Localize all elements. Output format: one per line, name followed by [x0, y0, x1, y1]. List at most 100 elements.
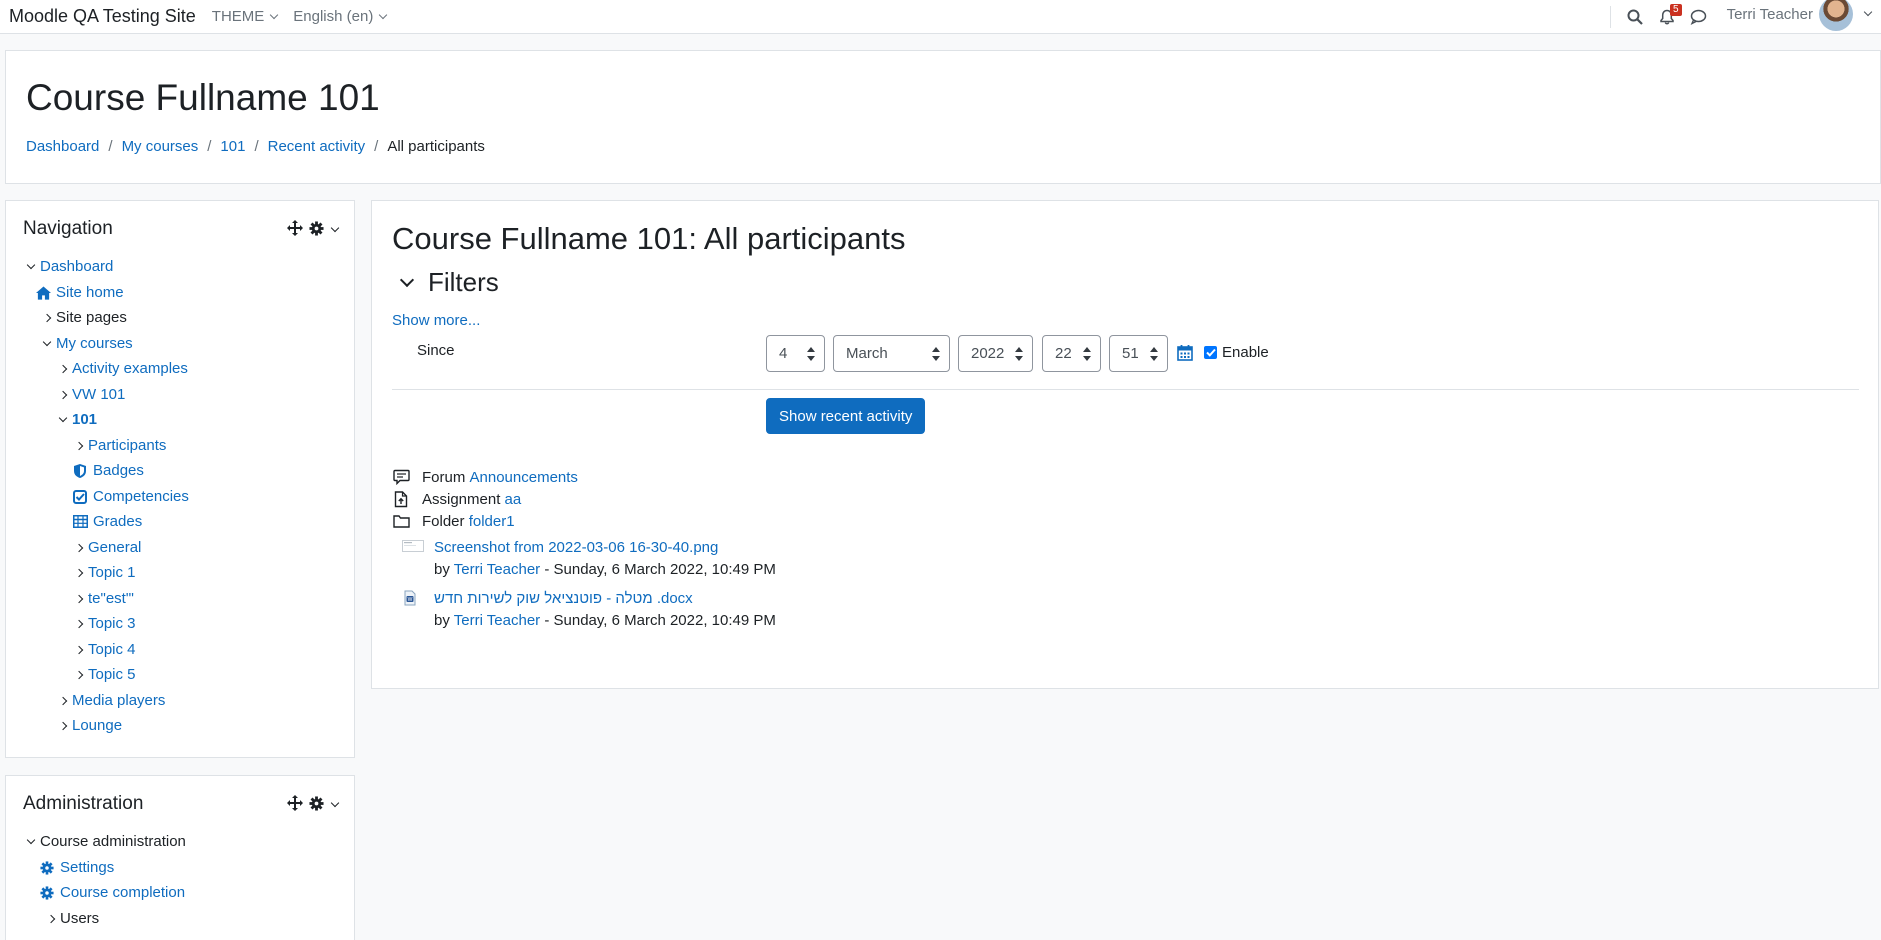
nav-item-label[interactable]: te"est"'	[88, 590, 134, 607]
nav-media-players[interactable]: Media players	[55, 692, 165, 709]
document-file-icon: W	[402, 590, 418, 606]
admin-settings[interactable]: Settings	[39, 859, 114, 876]
caret-down-icon	[55, 412, 71, 428]
breadcrumb-my-courses[interactable]: My courses	[122, 138, 199, 155]
nav-item-label[interactable]: Media players	[72, 692, 165, 709]
activity-link[interactable]: aa	[505, 491, 522, 508]
nav-item-label[interactable]: Badges	[93, 462, 144, 479]
nav-site-pages[interactable]: Site pages	[39, 309, 127, 326]
site-name[interactable]: Moodle QA Testing Site	[9, 6, 196, 27]
nav-item-label[interactable]: 101	[72, 411, 97, 428]
nav-item-label[interactable]: Grades	[93, 513, 142, 530]
year-select[interactable]: 2022	[958, 335, 1033, 372]
sort-arrows-icon	[1015, 347, 1023, 361]
day-select[interactable]: 4	[766, 335, 825, 372]
activity-link[interactable]: Announcements	[470, 469, 578, 486]
month-select[interactable]: March	[833, 335, 950, 372]
avatar[interactable]	[1819, 0, 1853, 31]
admin-course-completion[interactable]: Course completion	[39, 884, 185, 901]
page-header: Course Fullname 101 Dashboard / My course…	[5, 50, 1881, 184]
user-name[interactable]: Terri Teacher	[1727, 6, 1813, 23]
nav-topic-3[interactable]: Topic 3	[71, 615, 136, 632]
nav-competencies[interactable]: Competencies	[72, 488, 189, 505]
nav-lounge[interactable]: Lounge	[55, 717, 122, 734]
nav-item-label[interactable]: Topic 1	[88, 564, 136, 581]
nav-participants[interactable]: Participants	[71, 437, 166, 454]
calendar-icon[interactable]	[1177, 344, 1193, 365]
nav-item-label[interactable]: Activity examples	[72, 360, 188, 377]
nav-item-label[interactable]: Topic 5	[88, 666, 136, 683]
chevron-down-icon[interactable]	[330, 223, 340, 233]
nav-item-label[interactable]: My courses	[56, 335, 133, 352]
year-value: 2022	[971, 345, 1005, 362]
nav-badges[interactable]: Badges	[72, 462, 144, 479]
language-menu[interactable]: English (en)	[293, 8, 388, 25]
nav-dashboard[interactable]: Dashboard	[23, 258, 113, 275]
file-date: - Sunday, 6 March 2022, 10:49 PM	[544, 561, 776, 578]
nav-course-101[interactable]: 101	[55, 411, 97, 428]
move-icon[interactable]	[287, 795, 303, 815]
folder-icon	[392, 512, 410, 530]
nav-item-label[interactable]: Site home	[56, 284, 124, 301]
nav-my-courses[interactable]: My courses	[39, 335, 133, 352]
nav-item-label[interactable]: Dashboard	[40, 258, 113, 275]
bell-icon[interactable]: 5	[1657, 4, 1682, 27]
gear-icon[interactable]	[309, 795, 324, 815]
enable-checkbox[interactable]: Enable	[1204, 344, 1269, 361]
breadcrumb-dashboard[interactable]: Dashboard	[26, 138, 99, 155]
admin-course-administration[interactable]: Course administration	[23, 833, 186, 850]
file-link[interactable]: מטלה - פוטנציאל שוק לשירות חדש .docx	[434, 590, 693, 607]
caret-down-icon	[23, 834, 39, 850]
shield-icon	[72, 463, 88, 479]
block-controls	[287, 220, 340, 240]
caret-right-icon	[43, 911, 59, 927]
activity-link[interactable]: folder1	[469, 513, 515, 530]
checkbox-checked-icon[interactable]	[1204, 346, 1217, 359]
show-recent-activity-button[interactable]: Show recent activity	[766, 398, 926, 434]
gear-icon[interactable]	[309, 220, 324, 240]
chevron-down-icon[interactable]	[330, 798, 340, 808]
breadcrumb-current: All participants	[387, 138, 485, 155]
nav-topic-4[interactable]: Topic 4	[71, 641, 136, 658]
minute-select[interactable]: 51	[1109, 335, 1168, 372]
hour-select[interactable]: 22	[1042, 335, 1101, 372]
filters-toggle[interactable]: Filters	[392, 267, 499, 298]
minute-value: 51	[1122, 345, 1139, 362]
message-icon[interactable]	[1689, 7, 1709, 27]
search-icon[interactable]	[1625, 7, 1645, 27]
nav-grades[interactable]: Grades	[72, 513, 142, 530]
caret-right-icon	[71, 438, 87, 454]
theme-menu-label: THEME	[211, 8, 265, 25]
chevron-down-icon[interactable]	[1863, 7, 1873, 17]
breadcrumb-recent-activity[interactable]: Recent activity	[268, 138, 366, 155]
nav-item-label[interactable]: Competencies	[93, 488, 189, 505]
nav-topic-2[interactable]: te"est"'	[71, 590, 134, 607]
admin-item-label[interactable]: Settings	[60, 859, 114, 876]
block-controls	[287, 795, 340, 815]
nav-vw-101[interactable]: VW 101	[55, 386, 125, 403]
admin-users[interactable]: Users	[43, 910, 99, 927]
nav-activity-examples[interactable]: Activity examples	[55, 360, 188, 377]
nav-topic-5[interactable]: Topic 5	[71, 666, 136, 683]
author-link[interactable]: Terri Teacher	[454, 612, 540, 629]
file-link[interactable]: Screenshot from 2022-03-06 16-30-40.png	[434, 539, 718, 556]
nav-topic-1[interactable]: Topic 1	[71, 564, 136, 581]
nav-item-label[interactable]: Topic 4	[88, 641, 136, 658]
nav-item-label[interactable]: General	[88, 539, 141, 556]
nav-general[interactable]: General	[71, 539, 141, 556]
nav-item-label[interactable]: Lounge	[72, 717, 122, 734]
nav-item-label[interactable]: Topic 3	[88, 615, 136, 632]
move-icon[interactable]	[287, 220, 303, 240]
admin-item-label[interactable]: Course completion	[60, 884, 185, 901]
show-more-link[interactable]: Show more...	[392, 312, 480, 329]
caret-down-icon	[23, 259, 39, 275]
nav-item-label[interactable]: VW 101	[72, 386, 125, 403]
breadcrumb-101[interactable]: 101	[220, 138, 245, 155]
theme-menu[interactable]: THEME	[211, 8, 279, 25]
chevron-down-icon	[399, 272, 415, 288]
caret-right-icon	[71, 667, 87, 683]
nav-item-label[interactable]: Participants	[88, 437, 166, 454]
nav-site-home[interactable]: Site home	[35, 284, 124, 301]
navigation-block-title: Navigation	[23, 218, 113, 239]
author-link[interactable]: Terri Teacher	[454, 561, 540, 578]
